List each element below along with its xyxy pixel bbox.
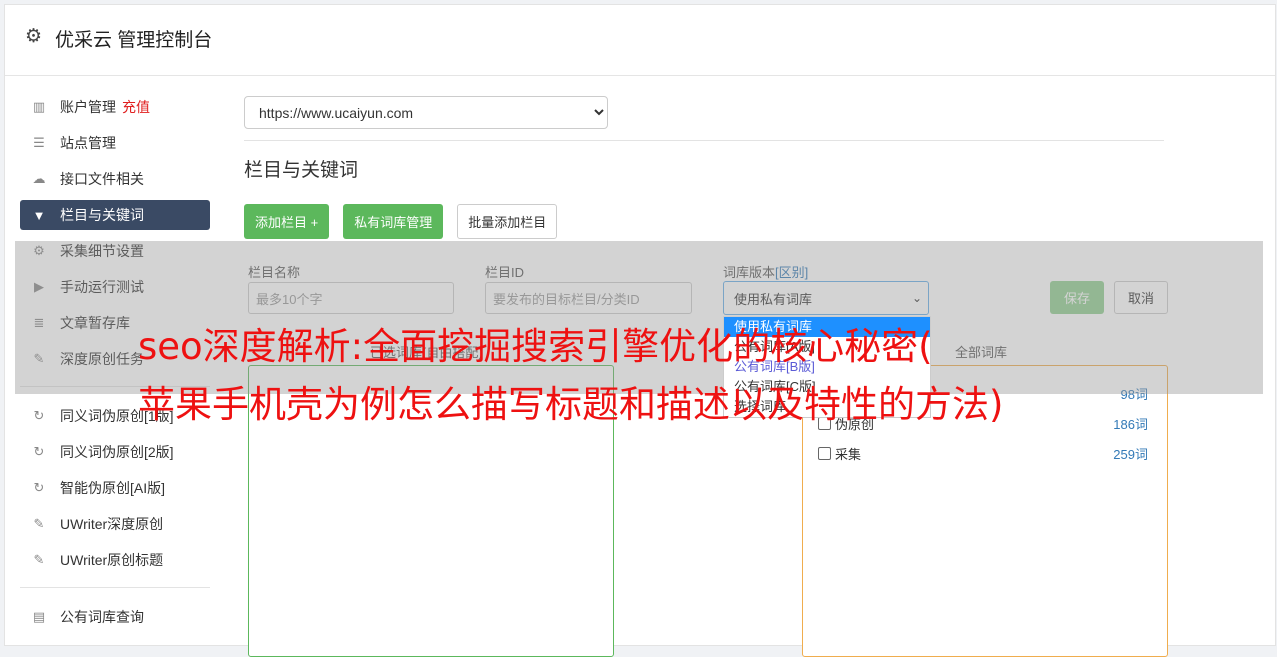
sidebar-item-columns[interactable]: ▼ 栏目与关键词	[20, 200, 210, 230]
sidebar-item-label: 接口文件相关	[60, 171, 144, 187]
divider	[244, 140, 1164, 141]
sidebar-item-uwriter[interactable]: ✎ UWriter深度原创	[20, 509, 210, 539]
sidebar-item-interface[interactable]: ☁ 接口文件相关	[20, 164, 210, 194]
refresh-icon: ↻	[33, 408, 45, 423]
sidebar-item-label: 同义词伪原创[2版]	[60, 444, 174, 460]
headline-line-2: 苹果手机壳为例怎么描写标题和描述以及特性的方法)	[138, 383, 1004, 426]
server-icon: ☰	[33, 135, 45, 150]
page-title: 优采云 管理控制台	[55, 30, 213, 51]
sidebar-divider	[20, 587, 210, 588]
sidebar-item-public-lib[interactable]: ▤ 公有词库查询	[20, 602, 210, 632]
main-content: https://www.ucaiyun.com 栏目与关键词 添加栏目 + 私有…	[244, 96, 1164, 239]
lib-count: 259词	[1113, 447, 1148, 462]
sidebar-item-account[interactable]: ▥ 账户管理 充值	[20, 92, 210, 122]
refresh-icon: ↻	[33, 444, 45, 459]
bar-chart-icon: ▥	[32, 99, 46, 114]
button-row: 添加栏目 + 私有词库管理 批量添加栏目	[244, 204, 1164, 239]
private-lib-button[interactable]: 私有词库管理	[343, 204, 444, 239]
book-icon: ▤	[32, 609, 46, 624]
sidebar-item-sites[interactable]: ☰ 站点管理	[20, 128, 210, 158]
sidebar-item-label: 智能伪原创[AI版]	[60, 480, 166, 496]
gear-icon: ⚙	[25, 26, 43, 47]
lib-name: 采集	[835, 447, 862, 462]
batch-add-button[interactable]: 批量添加栏目	[457, 204, 558, 239]
add-column-button[interactable]: 添加栏目 +	[244, 204, 330, 239]
sidebar-item-label: UWriter原创标题	[60, 552, 164, 568]
edit-icon: ✎	[33, 552, 45, 567]
sidebar-item-label: 账户管理	[60, 99, 116, 115]
filter-icon: ▼	[32, 207, 46, 223]
section-title: 栏目与关键词	[244, 160, 359, 181]
cloud-upload-icon: ☁	[32, 171, 46, 186]
edit-icon: ✎	[33, 516, 45, 531]
headline-line-1: seo深度解析:全面挖掘搜索引擎优化的核心秘密(	[138, 325, 933, 368]
sidebar-item-label: 公有词库查询	[60, 609, 144, 625]
sidebar-item-label: 栏目与关键词	[60, 207, 144, 223]
sidebar-item-synonym-2[interactable]: ↻ 同义词伪原创[2版]	[20, 437, 210, 467]
recharge-link[interactable]: 充值	[122, 97, 150, 117]
checkbox[interactable]	[818, 447, 831, 460]
sidebar-item-label: UWriter深度原创	[60, 516, 164, 532]
page-header: ⚙ 优采云 管理控制台	[5, 5, 1275, 76]
lib-count: 186词	[1113, 417, 1148, 432]
sidebar-item-label: 站点管理	[60, 135, 116, 151]
site-select[interactable]: https://www.ucaiyun.com	[244, 96, 608, 129]
sidebar-item-uwriter-title[interactable]: ✎ UWriter原创标题	[20, 545, 210, 575]
refresh-icon: ↻	[33, 480, 45, 495]
list-item[interactable]: 采集 259词	[818, 444, 1148, 463]
sidebar-item-ai[interactable]: ↻ 智能伪原创[AI版]	[20, 473, 210, 503]
